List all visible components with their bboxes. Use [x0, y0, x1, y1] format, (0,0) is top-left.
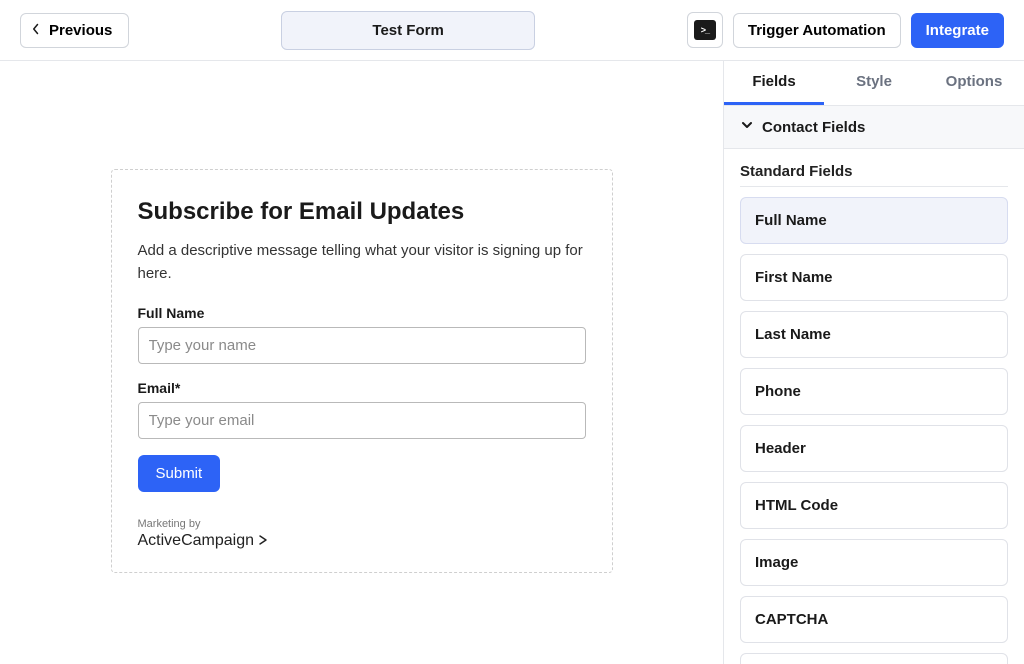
previous-button[interactable]: Previous — [20, 13, 129, 48]
chevron-left-icon — [31, 22, 41, 39]
editor-header: Previous Test Form >_ Trigger Automation… — [0, 0, 1024, 61]
integrate-button[interactable]: Integrate — [911, 13, 1004, 48]
field-item-captcha[interactable]: CAPTCHA — [740, 596, 1008, 643]
sidebar: Fields Style Options Contact Fields Stan… — [724, 61, 1024, 664]
form-name-field[interactable]: Test Form — [281, 11, 534, 50]
group-title: Contact Fields — [762, 119, 865, 136]
form-title: Subscribe for Email Updates — [138, 198, 586, 226]
field-item-html-code[interactable]: HTML Code — [740, 482, 1008, 529]
section-standard-fields-label: Standard Fields — [724, 149, 1024, 186]
brand-link[interactable]: ActiveCampaign — [138, 532, 586, 550]
full-name-input[interactable] — [138, 327, 586, 364]
code-button[interactable]: >_ — [687, 12, 723, 48]
field-item-image[interactable]: Image — [740, 539, 1008, 586]
terminal-icon: >_ — [694, 20, 716, 40]
group-contact-fields[interactable]: Contact Fields — [724, 106, 1024, 149]
standard-fields-list: Full Name First Name Last Name Phone Hea… — [724, 197, 1024, 664]
submit-button[interactable]: Submit — [138, 455, 221, 492]
form-description: Add a descriptive message telling what y… — [138, 240, 586, 285]
trigger-automation-button[interactable]: Trigger Automation — [733, 13, 901, 48]
full-name-label: Full Name — [138, 305, 586, 321]
form-canvas: Subscribe for Email Updates Add a descri… — [0, 61, 724, 664]
field-item-first-name[interactable]: First Name — [740, 254, 1008, 301]
marketing-by-label: Marketing by — [138, 518, 586, 530]
header-center: Test Form — [129, 11, 686, 50]
header-actions: >_ Trigger Automation Integrate — [687, 12, 1004, 48]
form-name-text: Test Form — [372, 22, 443, 39]
brand-caret-icon — [258, 533, 270, 549]
email-input[interactable] — [138, 402, 586, 439]
form-preview-card[interactable]: Subscribe for Email Updates Add a descri… — [111, 169, 613, 573]
sidebar-tabs: Fields Style Options — [724, 61, 1024, 106]
section-divider — [740, 186, 1008, 187]
field-item-header[interactable]: Header — [740, 425, 1008, 472]
brand-name: ActiveCampaign — [138, 532, 255, 550]
field-item-phone[interactable]: Phone — [740, 368, 1008, 415]
field-item-list-selector[interactable]: List Selector — [740, 653, 1008, 664]
email-label: Email* — [138, 380, 586, 396]
tab-fields[interactable]: Fields — [724, 61, 824, 105]
chevron-down-icon — [740, 118, 754, 136]
previous-label: Previous — [49, 22, 112, 39]
tab-style[interactable]: Style — [824, 61, 924, 105]
field-item-last-name[interactable]: Last Name — [740, 311, 1008, 358]
editor-body: Subscribe for Email Updates Add a descri… — [0, 61, 1024, 664]
field-item-full-name[interactable]: Full Name — [740, 197, 1008, 244]
tab-options[interactable]: Options — [924, 61, 1024, 105]
